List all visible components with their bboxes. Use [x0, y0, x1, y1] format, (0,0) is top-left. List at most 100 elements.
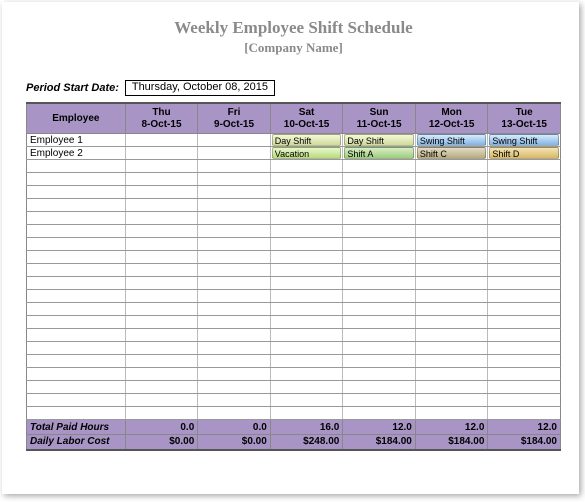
shift-cell[interactable] [270, 173, 343, 186]
shift-cell[interactable] [125, 342, 198, 355]
shift-cell[interactable] [343, 303, 416, 316]
shift-cell[interactable] [343, 199, 416, 212]
employee-name-cell[interactable] [27, 329, 126, 342]
employee-name-cell[interactable] [27, 394, 126, 407]
shift-cell[interactable] [125, 381, 198, 394]
shift-cell[interactable] [488, 264, 561, 277]
shift-cell[interactable] [125, 394, 198, 407]
shift-cell[interactable] [488, 368, 561, 381]
shift-cell[interactable] [343, 251, 416, 264]
shift-cell[interactable] [270, 225, 343, 238]
employee-name-cell[interactable] [27, 381, 126, 394]
shift-cell[interactable] [415, 251, 488, 264]
shift-cell[interactable] [198, 186, 271, 199]
employee-name-cell[interactable] [27, 303, 126, 316]
shift-cell[interactable] [198, 134, 271, 147]
shift-cell[interactable] [488, 290, 561, 303]
shift-cell[interactable] [343, 368, 416, 381]
shift-cell[interactable] [343, 160, 416, 173]
period-start-input[interactable]: Thursday, October 08, 2015 [125, 80, 275, 96]
shift-cell[interactable] [270, 212, 343, 225]
shift-cell[interactable] [415, 199, 488, 212]
shift-cell[interactable] [343, 342, 416, 355]
shift-cell[interactable] [415, 329, 488, 342]
shift-cell[interactable] [488, 251, 561, 264]
shift-cell[interactable] [198, 199, 271, 212]
shift-cell[interactable] [198, 342, 271, 355]
shift-cell[interactable] [198, 290, 271, 303]
shift-cell[interactable] [198, 394, 271, 407]
shift-cell[interactable] [415, 238, 488, 251]
shift-cell[interactable] [270, 264, 343, 277]
shift-cell[interactable] [270, 160, 343, 173]
shift-cell[interactable] [198, 173, 271, 186]
shift-cell[interactable] [125, 199, 198, 212]
shift-cell[interactable] [415, 186, 488, 199]
shift-cell[interactable] [488, 160, 561, 173]
shift-cell[interactable] [198, 212, 271, 225]
shift-cell[interactable] [343, 186, 416, 199]
shift-cell[interactable] [488, 225, 561, 238]
shift-cell[interactable] [270, 407, 343, 420]
shift-cell[interactable] [415, 342, 488, 355]
shift-cell[interactable] [343, 238, 416, 251]
shift-cell[interactable]: Shift D [488, 147, 561, 160]
shift-cell[interactable] [125, 277, 198, 290]
shift-cell[interactable] [125, 134, 198, 147]
shift-cell[interactable] [343, 381, 416, 394]
employee-name-cell[interactable] [27, 264, 126, 277]
employee-name-cell[interactable] [27, 342, 126, 355]
shift-cell[interactable]: Shift C [415, 147, 488, 160]
shift-cell[interactable]: Vacation [270, 147, 343, 160]
shift-cell[interactable] [198, 160, 271, 173]
shift-cell[interactable] [198, 355, 271, 368]
shift-cell[interactable] [198, 407, 271, 420]
shift-cell[interactable] [488, 186, 561, 199]
shift-cell[interactable] [270, 251, 343, 264]
shift-cell[interactable] [488, 394, 561, 407]
shift-cell[interactable] [125, 264, 198, 277]
shift-cell[interactable] [198, 316, 271, 329]
shift-cell[interactable] [415, 160, 488, 173]
employee-name-cell[interactable] [27, 186, 126, 199]
shift-cell[interactable] [125, 251, 198, 264]
shift-cell[interactable] [488, 316, 561, 329]
shift-cell[interactable] [488, 407, 561, 420]
shift-cell[interactable] [270, 290, 343, 303]
shift-cell[interactable] [270, 329, 343, 342]
employee-name-cell[interactable]: Employee 2 [27, 147, 126, 160]
shift-cell[interactable] [488, 238, 561, 251]
shift-cell[interactable] [343, 225, 416, 238]
shift-cell[interactable] [270, 303, 343, 316]
shift-cell[interactable]: Swing Shift [488, 134, 561, 147]
employee-name-cell[interactable] [27, 199, 126, 212]
employee-name-cell[interactable] [27, 238, 126, 251]
employee-name-cell[interactable] [27, 368, 126, 381]
shift-cell[interactable] [488, 173, 561, 186]
shift-cell[interactable] [415, 381, 488, 394]
shift-cell[interactable] [415, 212, 488, 225]
shift-cell[interactable] [343, 394, 416, 407]
shift-cell[interactable] [125, 225, 198, 238]
shift-cell[interactable] [415, 277, 488, 290]
employee-name-cell[interactable] [27, 316, 126, 329]
shift-cell[interactable] [270, 368, 343, 381]
shift-cell[interactable] [125, 147, 198, 160]
shift-cell[interactable] [270, 355, 343, 368]
shift-cell[interactable] [488, 303, 561, 316]
shift-cell[interactable] [125, 303, 198, 316]
shift-cell[interactable] [343, 212, 416, 225]
shift-cell[interactable] [270, 316, 343, 329]
shift-cell[interactable] [488, 355, 561, 368]
shift-cell[interactable] [343, 173, 416, 186]
shift-cell[interactable] [125, 290, 198, 303]
shift-cell[interactable] [270, 394, 343, 407]
shift-cell[interactable] [198, 329, 271, 342]
employee-name-cell[interactable] [27, 160, 126, 173]
shift-cell[interactable] [125, 186, 198, 199]
shift-cell[interactable] [270, 238, 343, 251]
employee-name-cell[interactable]: Employee 1 [27, 134, 126, 147]
shift-cell[interactable] [198, 264, 271, 277]
shift-cell[interactable] [488, 212, 561, 225]
shift-cell[interactable] [125, 160, 198, 173]
